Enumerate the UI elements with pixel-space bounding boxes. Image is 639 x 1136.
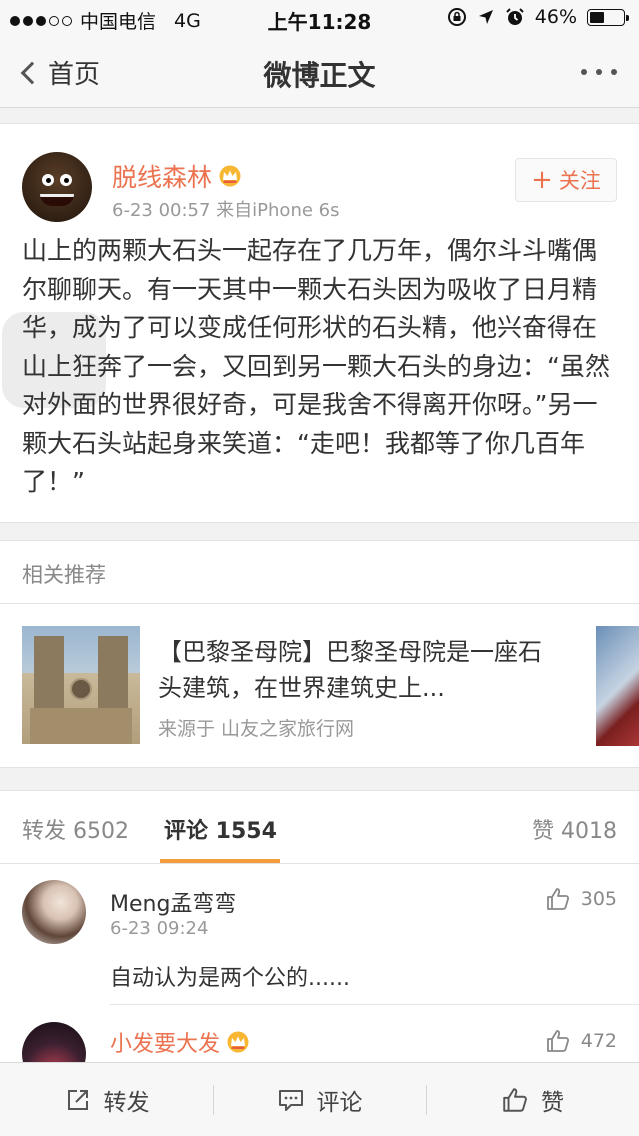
comment-list: Meng孟弯弯 6-23 09:24 自动认为是两个公的...... 305 小… <box>0 864 639 1062</box>
chevron-left-icon <box>20 61 44 84</box>
status-bar: 中国电信 4G 上午11:28 46% <box>0 0 639 36</box>
related-next-thumbnail[interactable] <box>596 626 639 746</box>
status-left: 中国电信 4G <box>10 7 201 34</box>
signal-strength-icon <box>10 15 72 26</box>
comment-button[interactable]: 评论 <box>213 1063 426 1136</box>
author-name[interactable]: 脱线森林 <box>112 158 242 194</box>
battery-percent: 46% <box>534 6 577 28</box>
navigation-bar: 首页 微博正文 <box>0 36 639 108</box>
comment-like-count: 305 <box>580 888 617 910</box>
related-item[interactable]: 【巴黎圣母院】巴黎圣母院是一座石头建筑，在世界建筑史上... 来源于 山友之家旅… <box>0 604 639 768</box>
author-name-text: 脱线森林 <box>112 163 213 192</box>
commenter-name[interactable]: 小发要大发 <box>110 1026 250 1058</box>
vip-crown-icon <box>227 1031 249 1053</box>
follow-label: 关注 <box>558 169 601 193</box>
commenter-avatar[interactable] <box>22 1022 86 1062</box>
tab-comment[interactable]: 评论 1554 <box>164 813 277 845</box>
thumbs-up-icon <box>546 1030 569 1052</box>
interaction-tabs: 转发 6502 评论 1554 赞 4018 <box>0 790 639 864</box>
tab-repost[interactable]: 转发 6502 <box>22 813 129 845</box>
comment-time: 6-23 09:24 <box>110 918 209 939</box>
plus-icon: + <box>531 165 553 195</box>
thumbs-up-icon <box>546 888 569 910</box>
commenter-avatar[interactable] <box>22 880 86 944</box>
commenter-name[interactable]: Meng孟弯弯 <box>110 886 236 918</box>
comment-like-count: 472 <box>580 1030 617 1052</box>
related-thumbnail <box>22 626 140 744</box>
active-tab-indicator <box>160 859 280 863</box>
battery-icon <box>587 8 629 26</box>
back-label: 首页 <box>48 60 101 90</box>
comment-divider <box>110 1004 639 1005</box>
thumbs-up-icon <box>503 1088 527 1112</box>
status-right: 46% <box>447 6 629 28</box>
more-options-icon[interactable] <box>581 69 617 75</box>
network-type: 4G <box>174 9 201 32</box>
follow-button[interactable]: + 关注 <box>515 158 617 202</box>
like-label: 赞 <box>541 1090 564 1116</box>
comment-icon <box>278 1090 303 1111</box>
related-source: 来源于 山友之家旅行网 <box>158 718 355 740</box>
post-content: 山上的两颗大石头一起存在了几万年，偶尔斗斗嘴偶尔聊聊天。有一天其中一颗大石头因为… <box>22 236 610 496</box>
comment-like-button[interactable]: 305 <box>545 886 617 912</box>
back-button[interactable]: 首页 <box>16 54 100 91</box>
alarm-clock-icon <box>506 8 524 25</box>
like-button[interactable]: 赞 <box>426 1063 639 1136</box>
repost-button[interactable]: 转发 <box>0 1063 213 1136</box>
related-header-label: 相关推荐 <box>22 563 106 587</box>
post-meta: 6-23 00:57 来自iPhone 6s <box>112 200 340 221</box>
comment-text: 自动认为是两个公的...... <box>110 966 350 991</box>
related-title: 【巴黎圣母院】巴黎圣母院是一座石头建筑，在世界建筑史上... <box>158 638 542 702</box>
rotation-lock-icon <box>447 8 466 26</box>
comment-label: 评论 <box>316 1090 363 1116</box>
bottom-toolbar: 转发 评论 赞 <box>0 1062 639 1136</box>
related-header: 相关推荐 <box>0 540 639 604</box>
author-avatar[interactable] <box>22 152 92 222</box>
repost-label: 转发 <box>103 1090 150 1116</box>
vip-crown-icon <box>219 165 241 187</box>
carrier-name: 中国电信 <box>80 11 157 33</box>
weibo-post: 脱线森林 6-23 00:57 来自iPhone 6s + 关注 山上的两颗大石… <box>0 123 639 523</box>
repost-icon <box>67 1090 88 1110</box>
tab-like[interactable]: 赞 4018 <box>532 813 617 845</box>
comment-like-button[interactable]: 472 <box>545 1028 617 1054</box>
location-arrow-icon <box>478 10 493 24</box>
commenter-name-text: 小发要大发 <box>110 1032 221 1057</box>
